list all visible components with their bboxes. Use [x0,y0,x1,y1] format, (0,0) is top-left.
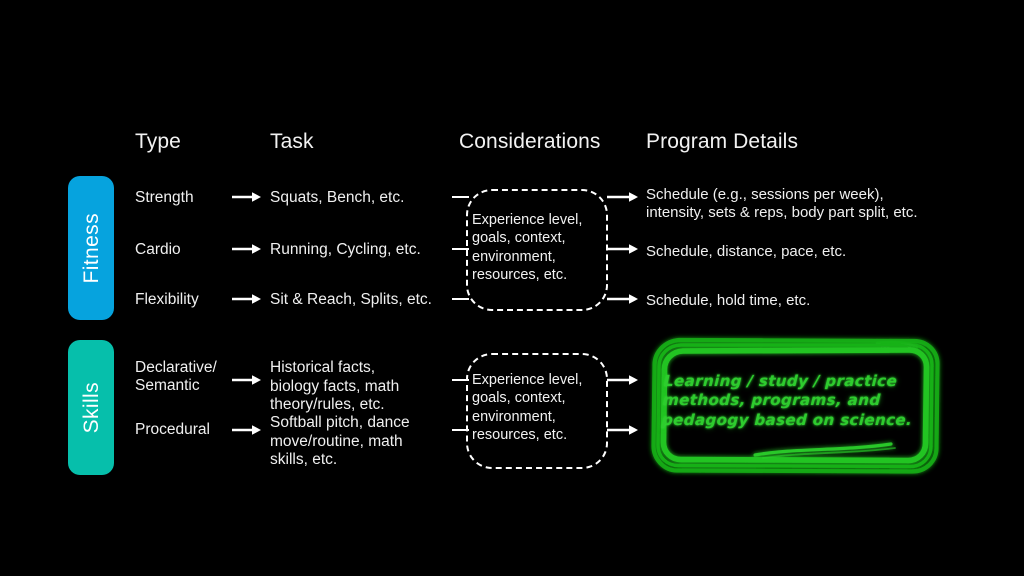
highlight-annotation-text: Learning / study / practice methods, pro… [661,372,913,429]
arrow-right-icon-considerations-to-program-strength [607,191,639,203]
type-label-strength: Strength [135,189,194,206]
considerations-text-skills: Experience level, goals, context, enviro… [472,372,583,444]
considerations-text-fitness: Experience level, goals, context, enviro… [472,212,583,284]
column-header-type: Type [135,130,181,153]
category-pill-skills-label: Skills [79,381,103,434]
type-label-flexibility: Flexibility [135,291,199,308]
column-header-task: Task [270,130,314,153]
category-pill-fitness-label: Fitness [79,212,103,284]
arrow-right-icon-type-to-task-declarative [232,374,262,386]
arrow-right-icon-considerations-to-program-cardio [607,243,639,255]
arrow-right-icon-type-to-task-cardio [232,243,262,255]
arrow-right-icon-type-to-task-flexibility [232,293,262,305]
arrow-right-icon-type-to-task-procedural [232,424,262,436]
column-header-considerations: Considerations [459,130,601,153]
arrow-right-icon-considerations-to-highlight-procedural [607,424,639,436]
slide-canvas: Type Task Considerations Program Details… [0,0,1024,576]
task-text-cardio: Running, Cycling, etc. [270,241,421,258]
type-label-cardio: Cardio [135,241,181,258]
connector-line-icon-flexibility-in [452,298,469,300]
task-text-procedural: Softball pitch, dance move/routine, math… [270,414,410,469]
task-text-flexibility: Sit & Reach, Splits, etc. [270,291,432,308]
arrow-right-icon-type-to-task-strength [232,191,262,203]
arrow-right-icon-considerations-to-program-flexibility [607,293,639,305]
category-pill-fitness: Fitness [68,176,114,320]
program-details-cardio: Schedule, distance, pace, etc. [646,243,847,260]
task-text-strength: Squats, Bench, etc. [270,189,405,206]
connector-line-icon-strength-in [452,196,469,198]
task-text-declarative-semantic: Historical facts, biology facts, math th… [270,359,400,414]
program-details-flexibility: Schedule, hold time, etc. [646,292,811,309]
type-label-procedural: Procedural [135,421,210,438]
type-label-declarative-semantic: Declarative/ Semantic [135,359,217,395]
arrow-right-icon-considerations-to-highlight-declarative [607,374,639,386]
program-details-strength: Schedule (e.g., sessions per week), inte… [646,186,918,222]
category-pill-skills: Skills [68,340,114,475]
column-header-program-details: Program Details [646,130,799,153]
